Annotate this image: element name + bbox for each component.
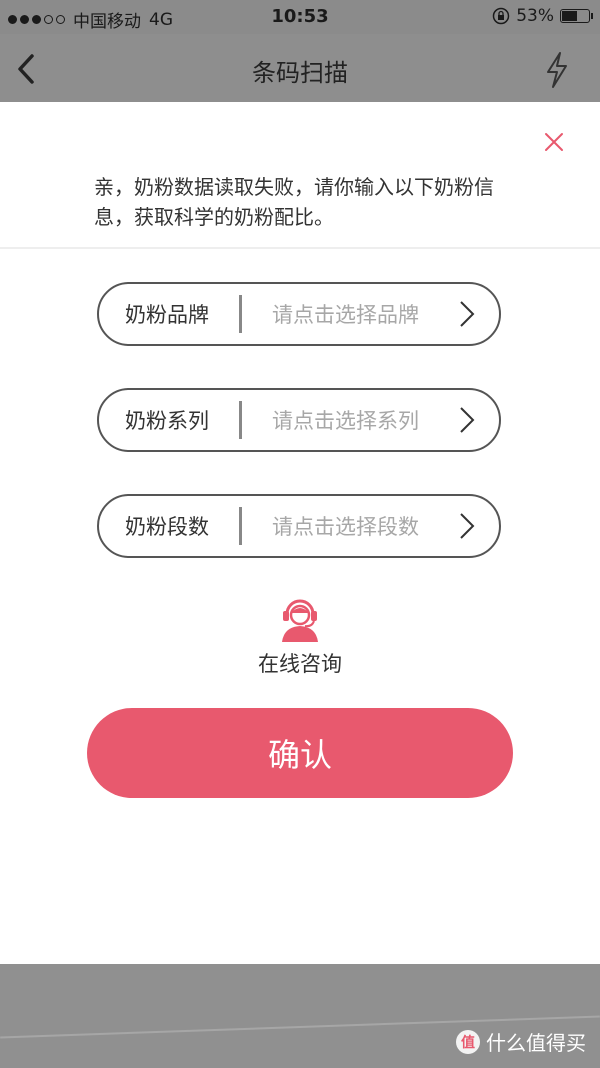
- watermark-text: 什么值得买: [486, 1031, 586, 1055]
- field-placeholder: 请点击选择段数: [272, 515, 419, 539]
- brand-input-panel: 亲，奶粉数据读取失败，请你输入以下奶粉信息，获取科学的奶粉配比。 奶粉品牌 请点…: [0, 102, 600, 964]
- navigation-bar: 条码扫描: [0, 34, 600, 102]
- close-icon[interactable]: [544, 132, 564, 152]
- camera-background: 值 什么值得买: [0, 964, 600, 1068]
- page-title: 条码扫描: [252, 59, 348, 87]
- field-label: 奶粉系列: [125, 409, 209, 433]
- field-placeholder: 请点击选择品牌: [272, 303, 419, 327]
- status-right: 53%: [492, 6, 593, 26]
- error-notice: 亲，奶粉数据读取失败，请你输入以下奶粉信息，获取科学的奶粉配比。: [94, 175, 494, 229]
- stage-select-field[interactable]: 奶粉段数 请点击选择段数: [97, 494, 501, 558]
- watermark: 值 什么值得买: [456, 1027, 586, 1056]
- online-consult-label: 在线咨询: [258, 652, 342, 676]
- flash-icon[interactable]: [542, 50, 572, 90]
- chevron-right-icon: [460, 301, 475, 327]
- customer-service-icon: [282, 599, 318, 642]
- orientation-lock-icon: [492, 7, 510, 25]
- battery-percent: 53%: [516, 6, 554, 26]
- series-select-field[interactable]: 奶粉系列 请点击选择系列: [97, 388, 501, 452]
- watermark-logo-icon: 值: [456, 1029, 480, 1054]
- divider: [0, 247, 600, 249]
- status-bar: 中国移动 4G 10:53 53%: [0, 0, 600, 34]
- field-label: 奶粉段数: [125, 515, 209, 539]
- brand-select-field[interactable]: 奶粉品牌 请点击选择品牌: [97, 282, 501, 346]
- field-placeholder: 请点击选择系列: [272, 409, 419, 433]
- field-label: 奶粉品牌: [125, 303, 209, 327]
- online-consult-link[interactable]: 在线咨询: [0, 594, 600, 678]
- battery-icon: [560, 9, 593, 23]
- chevron-right-icon: [460, 513, 475, 539]
- confirm-button[interactable]: 确认: [87, 708, 513, 798]
- chevron-right-icon: [460, 407, 475, 433]
